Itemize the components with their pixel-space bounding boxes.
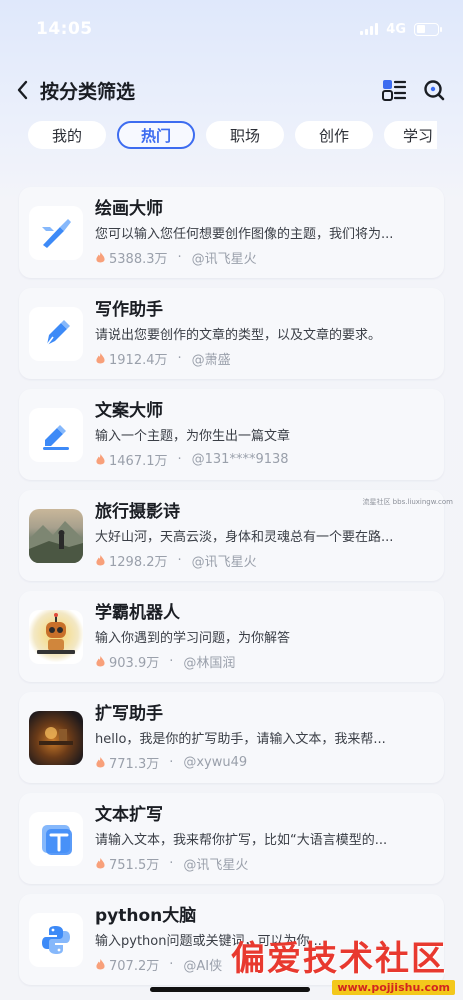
- usage-count: 1912.4万: [109, 353, 168, 368]
- card-description: 请输入文本，我来帮你扩写，比如“大语言模型的...: [95, 833, 388, 848]
- watermark-url: www.pojjishu.com: [332, 980, 455, 995]
- fire-icon: [96, 655, 105, 666]
- status-time: 14:05: [36, 19, 93, 39]
- fire-icon: [96, 958, 105, 969]
- card-description: hello，我是你的扩写助手，请输入文本，我来帮...: [95, 732, 386, 747]
- expand-writer-thumbnail: [29, 710, 83, 765]
- card-description: 请说出您要创作的文章的类型，以及文章的要求。: [95, 328, 382, 343]
- author: @131****9138: [191, 452, 289, 467]
- list-item[interactable]: 绘画大师 您可以输入您任何想要创作图像的主题，我们将为... 5388.3万 ·…: [19, 187, 444, 278]
- list-item[interactable]: 写作助手 请说出您要创作的文章的类型，以及文章的要求。 1912.4万 · @萧…: [19, 288, 444, 379]
- back-chevron-icon[interactable]: [16, 75, 38, 105]
- paintbrush-icon: [29, 205, 83, 260]
- network-label: 4G: [386, 21, 406, 37]
- signal-icon: [360, 23, 379, 35]
- usage-count: 751.5万: [109, 858, 160, 873]
- author: @讯飞星火: [191, 252, 257, 267]
- text-t-icon: [29, 811, 83, 866]
- card-description: 输入一个主题，为你生出一篇文章: [95, 429, 291, 444]
- usage-count: 5388.3万: [109, 252, 168, 267]
- python-icon: [29, 912, 83, 967]
- fire-icon: [96, 857, 105, 868]
- search-icon[interactable]: [421, 77, 447, 103]
- list-item[interactable]: 扩写助手 hello，我是你的扩写助手，请输入文本，我来帮... 771.3万 …: [19, 692, 444, 783]
- category-tabs: 我的 热门 职场 创作 学习: [28, 121, 437, 149]
- travel-photo-thumbnail: [29, 508, 83, 563]
- card-title: python大脑: [95, 906, 197, 926]
- home-indicator[interactable]: [150, 987, 310, 992]
- usage-count: 903.9万: [109, 656, 160, 671]
- card-title: 学霸机器人: [95, 603, 180, 623]
- fire-icon: [96, 756, 105, 767]
- battery-icon: [414, 22, 442, 36]
- author: @萧盛: [191, 353, 231, 368]
- author: @讯飞星火: [183, 858, 249, 873]
- card-title: 文案大师: [95, 401, 163, 421]
- card-description: 大好山河，天高云淡，身体和灵魂总有一个要在路...: [95, 530, 394, 545]
- card-description: 输入你遇到的学习问题，为你解答: [95, 631, 291, 646]
- corner-watermark: 流星社区 bbs.liuxingw.com: [362, 498, 453, 506]
- usage-count: 707.2万: [109, 959, 160, 974]
- author: @林国润: [183, 656, 236, 671]
- author: @AI侠: [183, 959, 223, 974]
- fire-icon: [96, 251, 105, 262]
- status-indicators: 4G: [360, 21, 442, 37]
- pen-nib-icon: [29, 306, 83, 361]
- tab-mine[interactable]: 我的: [28, 121, 106, 149]
- tab-hot[interactable]: 热门: [117, 121, 195, 149]
- list-item[interactable]: 文案大师 输入一个主题，为你生出一篇文章 1467.1万 · @131****9…: [19, 389, 444, 480]
- page-title: 按分类筛选: [40, 80, 136, 103]
- status-bar: 14:05 4G: [0, 0, 463, 58]
- usage-count: 771.3万: [109, 757, 160, 772]
- card-title: 文本扩写: [95, 805, 163, 825]
- list-grid-icon[interactable]: [381, 77, 407, 103]
- assistant-list: 绘画大师 您可以输入您任何想要创作图像的主题，我们将为... 5388.3万 ·…: [19, 187, 444, 995]
- list-item[interactable]: 文本扩写 请输入文本，我来帮你扩写，比如“大语言模型的... 751.5万 · …: [19, 793, 444, 884]
- card-title: 绘画大师: [95, 199, 163, 219]
- card-description: 您可以输入您任何想要创作图像的主题，我们将为...: [95, 227, 394, 242]
- card-title: 扩写助手: [95, 704, 163, 724]
- tab-creation[interactable]: 创作: [295, 121, 373, 149]
- author: @xywu49: [183, 755, 248, 770]
- usage-count: 1298.2万: [109, 555, 168, 570]
- fire-icon: [96, 554, 105, 565]
- list-item[interactable]: 学霸机器人 输入你遇到的学习问题，为你解答 903.9万 · @林国润: [19, 591, 444, 682]
- tab-workplace[interactable]: 职场: [206, 121, 284, 149]
- nav-bar: 按分类筛选: [0, 72, 463, 108]
- fire-icon: [96, 453, 105, 464]
- robot-thumbnail: [29, 609, 83, 664]
- card-title: 写作助手: [95, 300, 163, 320]
- watermark-text: 偏爱技术社区: [231, 939, 447, 979]
- tab-study[interactable]: 学习: [384, 121, 437, 149]
- author: @讯飞星火: [191, 555, 257, 570]
- fire-icon: [96, 352, 105, 363]
- usage-count: 1467.1万: [109, 454, 168, 469]
- edit-doc-icon: [29, 407, 83, 462]
